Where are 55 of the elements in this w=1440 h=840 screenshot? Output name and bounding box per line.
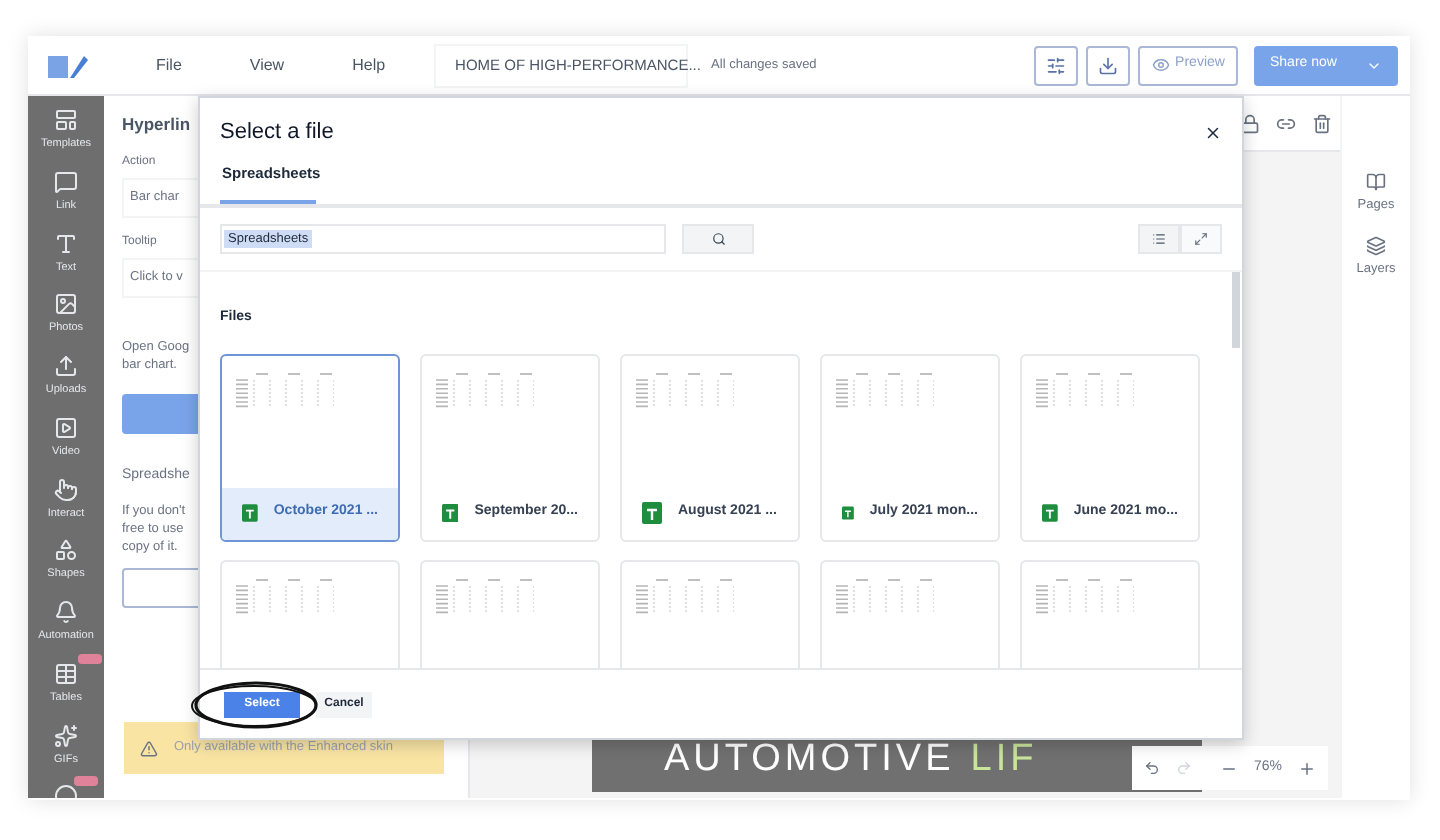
expand-icon: [1194, 232, 1208, 246]
spreadsheet-thumbnail-drawing: [234, 577, 334, 617]
pointer-icon[interactable]: [54, 477, 78, 501]
spreadsheet-thumbnail-drawing: [434, 371, 534, 411]
menu-item[interactable]: File: [156, 53, 182, 77]
download-icon: [1098, 55, 1118, 75]
panel-title: Hyperlin: [122, 112, 191, 138]
sparkle-icon[interactable]: [54, 723, 78, 747]
spreadsheet-thumbnail-drawing: [634, 371, 734, 411]
spreadsheet-icon: [442, 502, 459, 524]
warning-icon: [140, 739, 158, 757]
spreadsheet-thumbnail-drawing: [234, 371, 334, 411]
spreadsheet-thumbnail-drawing: [1034, 371, 1134, 411]
table-icon[interactable]: [54, 661, 78, 686]
link-icon[interactable]: [1276, 113, 1296, 133]
zoom-in-icon[interactable]: [1298, 759, 1316, 777]
spreadsheet-icon: [842, 502, 854, 524]
text-icon[interactable]: [54, 231, 78, 255]
video-icon[interactable]: [54, 415, 78, 440]
lock-icon[interactable]: [1240, 113, 1260, 133]
fullscreen-button[interactable]: [1180, 224, 1222, 254]
image-icon[interactable]: [54, 292, 78, 317]
spreadsheet-thumbnail-drawing: [834, 577, 934, 617]
spreadsheet-icon: [242, 502, 258, 524]
logo-icon[interactable]: [48, 51, 88, 79]
shapes-icon[interactable]: [54, 538, 78, 563]
spreadsheet-thumbnail-drawing: [634, 577, 734, 617]
dialog-title: Select a file: [220, 118, 334, 148]
spreadsheet-icon: [642, 502, 662, 524]
list-view-button[interactable]: [1138, 224, 1180, 254]
book-icon[interactable]: [1366, 172, 1386, 192]
spreadsheet-thumbnail-drawing: [834, 371, 934, 411]
spreadsheet-thumbnail-drawing: [434, 577, 534, 617]
download-button[interactable]: [1086, 45, 1130, 85]
menu-item[interactable]: Help: [352, 53, 386, 77]
menu-item[interactable]: View: [249, 53, 285, 77]
close-icon[interactable]: [1204, 123, 1222, 142]
canvas-headline: AUTOMOTIVE: [664, 735, 955, 784]
search-button[interactable]: [682, 224, 754, 254]
spreadsheet-icon: [1042, 502, 1058, 524]
comment-icon[interactable]: [54, 169, 78, 194]
canvas-headline-accent: LIF: [970, 735, 1038, 784]
templates-icon[interactable]: [53, 108, 78, 132]
circle-annotation-drawing: [190, 678, 322, 732]
eye-icon: [1151, 56, 1170, 74]
settings-button[interactable]: [1034, 45, 1078, 85]
layers-icon[interactable]: [1365, 235, 1386, 256]
list-icon: [1152, 232, 1166, 246]
upload-icon[interactable]: [54, 354, 78, 378]
spreadsheet-thumbnail-drawing: [1034, 577, 1134, 617]
trash-icon[interactable]: [1312, 113, 1332, 133]
bell-icon[interactable]: [53, 600, 78, 624]
sliders-icon: [1046, 55, 1066, 75]
undo-icon[interactable]: [1143, 760, 1160, 776]
search-icon: [711, 232, 725, 246]
